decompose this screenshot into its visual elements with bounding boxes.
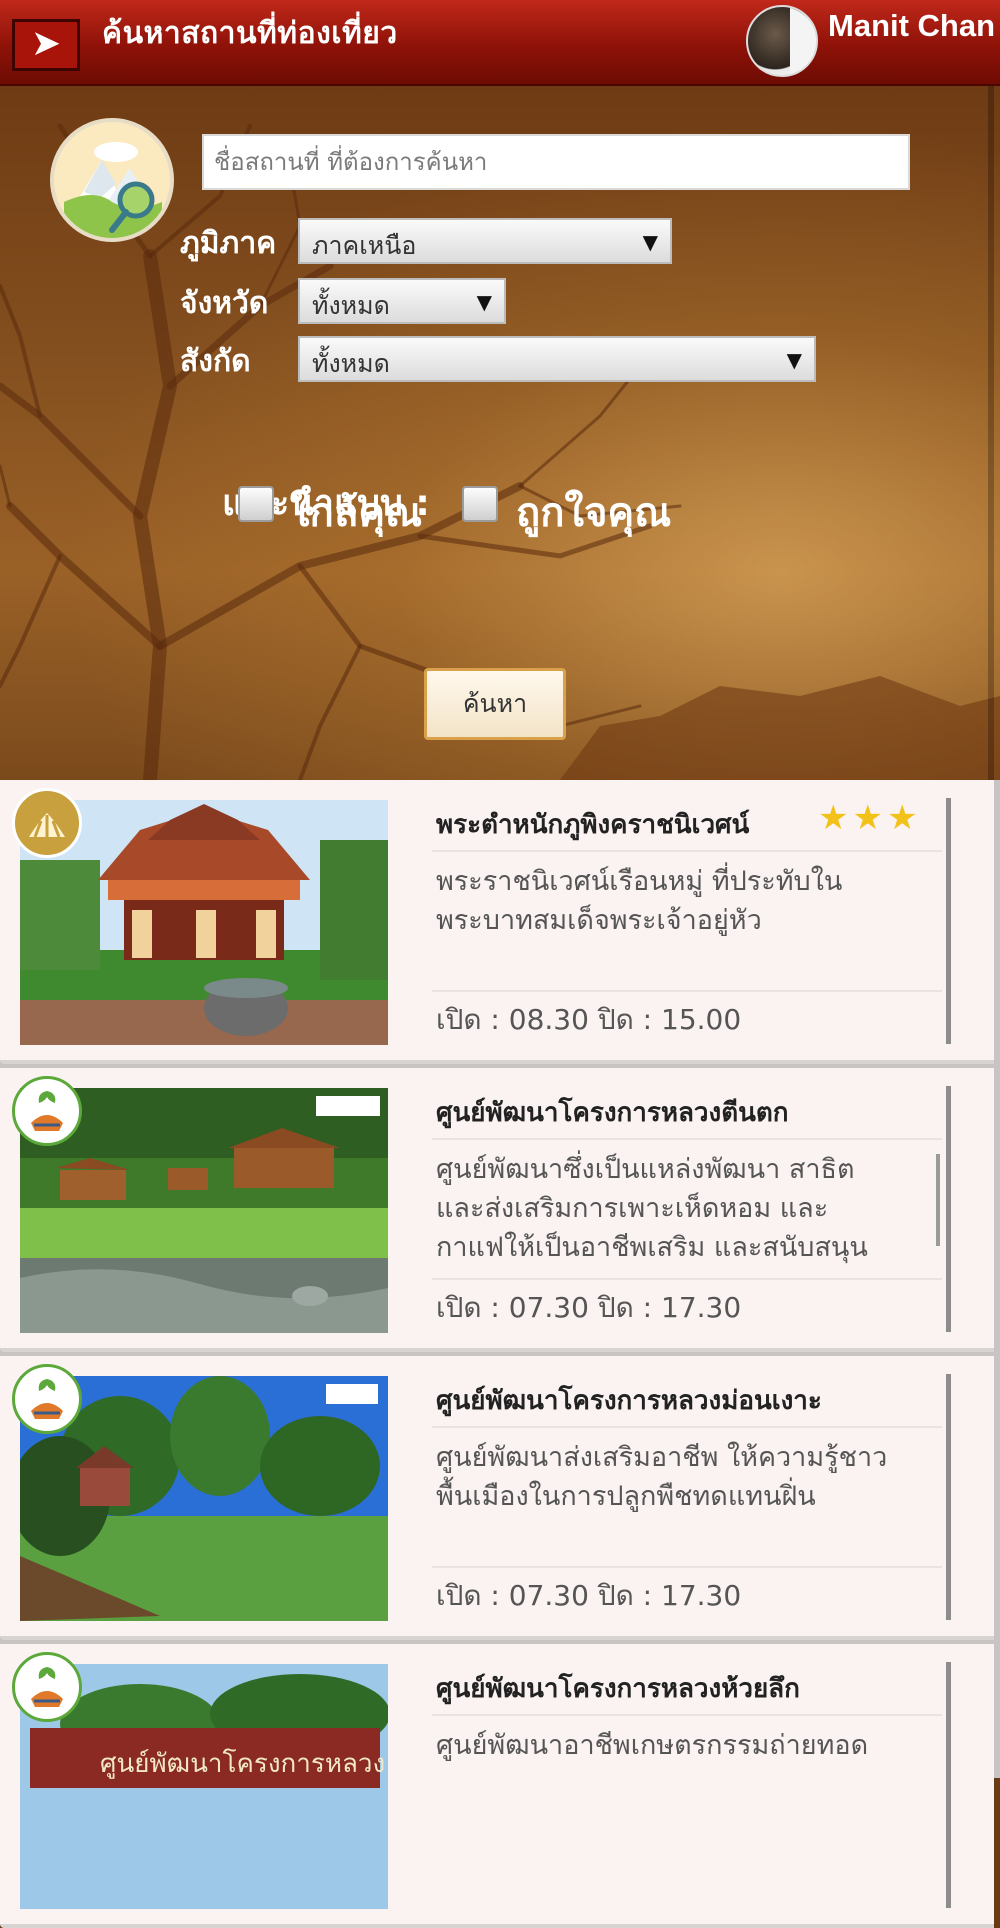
star-icon: ★ xyxy=(818,798,853,838)
divider xyxy=(432,1566,942,1568)
results-list: พระตำหนักภูพิงคราชนิเวศน์ ★★★ พระราชนิเว… xyxy=(0,780,1000,1928)
scrollbar[interactable] xyxy=(988,86,994,780)
place-description: ศูนย์พัฒนาซึ่งเป็นแหล่งพัฒนา สาธิต และส่… xyxy=(436,1154,868,1263)
place-description: ศูนย์พัฒนาอาชีพเกษตรกรรมถ่ายทอด xyxy=(436,1730,869,1761)
star-icon: ★ xyxy=(886,798,922,838)
card-edge xyxy=(946,1086,951,1332)
place-title[interactable]: ศูนย์พัฒนาโครงการหลวงม่อนเงาะ xyxy=(436,1380,822,1421)
dropdown-arrow-icon: ▼ xyxy=(786,348,802,372)
list-item[interactable]: ศูนย์พัฒนาโครงการหลวงม่อนเงาะ ศูนย์พัฒนา… xyxy=(0,1356,994,1640)
liked-label[interactable]: ถูกใจคุณ xyxy=(516,480,671,544)
divider xyxy=(432,1278,942,1280)
app-header: ➤ ค้นหาสถานที่ท่องเที่ยว Manit Chan xyxy=(0,0,1000,86)
card-edge xyxy=(946,798,951,1044)
region-select[interactable]: ภาคเหนือ ▼ xyxy=(298,218,672,264)
opening-hours: เปิด : 07.30 ปิด : 17.30 xyxy=(436,1291,742,1324)
place-title[interactable]: พระตำหนักภูพิงคราชนิเวศน์ xyxy=(436,804,749,845)
affiliation-select-value: ทั้งหมด xyxy=(312,349,390,378)
royal-emblem-icon xyxy=(12,788,82,858)
place-title[interactable]: ศูนย์พัฒนาโครงการหลวงตีนตก xyxy=(436,1092,789,1133)
region-label: ภูมิภาค xyxy=(180,226,277,261)
list-item[interactable]: ศูนย์พัฒนาโครงการหลวง ศูนย์พัฒนาโครงการห… xyxy=(0,1644,994,1928)
place-title[interactable]: ศูนย์พัฒนาโครงการหลวงห้วยลึก xyxy=(436,1668,800,1709)
province-select[interactable]: ทั้งหมด ▼ xyxy=(298,278,506,324)
divider xyxy=(432,1426,942,1428)
page-title: ค้นหาสถานที่ท่องเที่ยว xyxy=(102,16,398,51)
divider xyxy=(432,990,942,992)
user-name[interactable]: Manit Chan xyxy=(828,8,995,44)
affiliation-select[interactable]: ทั้งหมด ▼ xyxy=(298,336,816,382)
search-panel: ภูมิภาค ภาคเหนือ ▼ จังหวัด ทั้งหมด ▼ สัง… xyxy=(0,86,1000,780)
rating-stars: ★★★ xyxy=(818,798,921,838)
card-edge xyxy=(946,1662,951,1908)
back-button[interactable]: ➤ xyxy=(12,19,80,71)
place-search-logo-icon xyxy=(50,118,174,242)
star-icon: ★ xyxy=(852,798,887,838)
divider xyxy=(432,850,942,852)
royal-project-icon xyxy=(12,1076,82,1146)
list-item[interactable]: ศูนย์พัฒนาโครงการหลวงตีนตก ศูนย์พัฒนาซึ่… xyxy=(0,1068,994,1352)
place-description: พระราชนิเวศน์เรือนหมู่ ที่ประทับใน พระบา… xyxy=(436,866,843,936)
place-description: ศูนย์พัฒนาส่งเสริมอาชีพ ให้ความรู้ชาว พื… xyxy=(436,1442,888,1512)
liked-checkbox[interactable] xyxy=(462,486,498,522)
near-you-checkbox[interactable] xyxy=(238,486,274,522)
opening-hours: เปิด : 08.30 ปิด : 15.00 xyxy=(436,1003,742,1036)
dropdown-arrow-icon: ▼ xyxy=(476,290,492,314)
search-button[interactable]: ค้นหา xyxy=(424,668,566,740)
card-edge xyxy=(946,1374,951,1620)
svg-text:ศูนย์พัฒนาโครงการหลวง: ศูนย์พัฒนาโครงการหลวง xyxy=(100,1748,385,1779)
dropdown-arrow-icon: ▼ xyxy=(642,230,658,254)
near-you-label[interactable]: ใกล้คุณ xyxy=(290,480,422,544)
royal-project-icon xyxy=(12,1652,82,1722)
back-arrow-icon: ➤ xyxy=(30,23,62,64)
divider xyxy=(432,1138,942,1140)
affiliation-label: สังกัด xyxy=(180,344,251,379)
description-scrollbar[interactable] xyxy=(936,1154,940,1246)
list-item[interactable]: พระตำหนักภูพิงคราชนิเวศน์ ★★★ พระราชนิเว… xyxy=(0,780,994,1064)
region-select-value: ภาคเหนือ xyxy=(312,231,417,260)
province-select-value: ทั้งหมด xyxy=(312,291,390,320)
province-label: จังหวัด xyxy=(180,286,269,321)
search-input[interactable] xyxy=(202,134,910,190)
avatar[interactable] xyxy=(746,5,818,77)
opening-hours: เปิด : 07.30 ปิด : 17.30 xyxy=(436,1579,742,1612)
royal-project-icon xyxy=(12,1364,82,1434)
divider xyxy=(432,1714,942,1716)
